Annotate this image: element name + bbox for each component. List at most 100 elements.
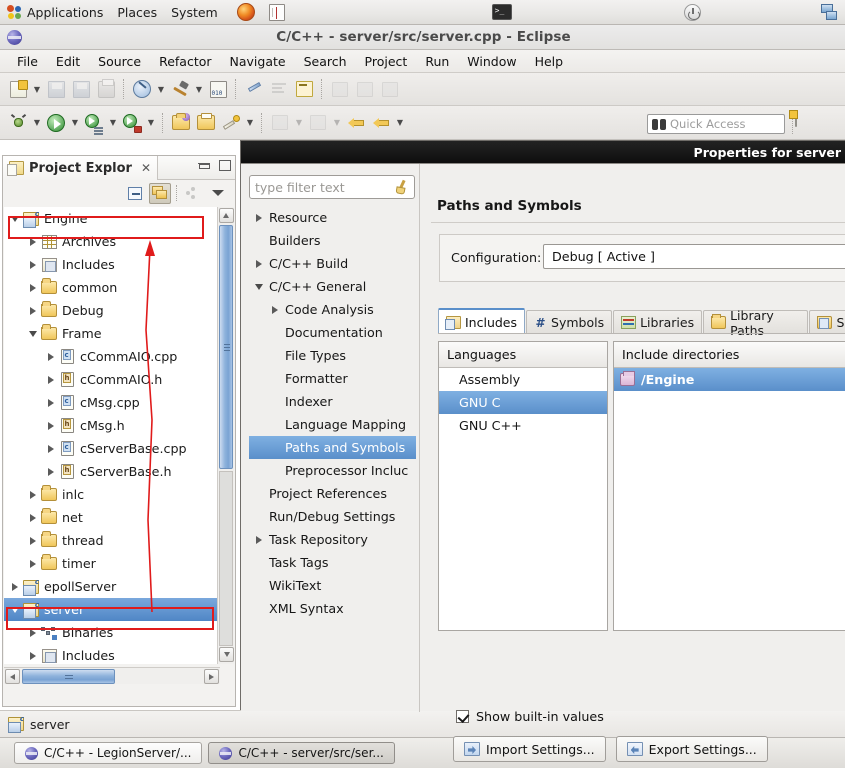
prop-item-file-types[interactable]: File Types [249,344,416,367]
run-history-dropdown-arrow[interactable]: ▼ [107,111,119,135]
twisty-collapsed-icon[interactable] [251,535,267,544]
prop-item-c-c-general[interactable]: C/C++ General [249,275,416,298]
twisty-collapsed-icon[interactable] [26,283,40,292]
tree-item-cserverbase-h[interactable]: cServerBase.h [4,460,220,483]
prop-item-code-analysis[interactable]: Code Analysis [249,298,416,321]
tree-item-binaries[interactable]: Binaries [4,621,220,644]
scroll-left-button[interactable] [5,669,20,684]
tree-item-includes[interactable]: Includes [4,644,220,664]
tree-item-cmsg-cpp[interactable]: cMsg.cpp [4,391,220,414]
open-type-button[interactable] [268,111,292,135]
twisty-expanded-icon[interactable] [251,283,267,290]
debug-dropdown-arrow[interactable]: ▼ [31,111,43,135]
twisty-collapsed-icon[interactable] [44,398,58,407]
tree-item-epollserver[interactable]: c epollServer [4,575,220,598]
save-all-button[interactable] [69,77,93,101]
menu-file[interactable]: File [8,52,47,71]
forward-button[interactable] [369,111,393,135]
save-button[interactable] [44,77,68,101]
twisty-expanded-icon[interactable] [8,215,22,222]
twisty-expanded-icon[interactable] [8,606,22,613]
tab-sou[interactable]: Sou [809,310,845,334]
tree-item-ccommaio-cpp[interactable]: cCommAIO.cpp [4,345,220,368]
twisty-collapsed-icon[interactable] [267,305,283,314]
language-item-assembly[interactable]: Assembly [439,368,607,391]
debug-button[interactable] [6,111,30,135]
tree-item-cmsg-h[interactable]: cMsg.h [4,414,220,437]
open-element-button[interactable] [306,111,330,135]
tree-item-timer[interactable]: timer [4,552,220,575]
run-error-button[interactable] [120,111,144,135]
open-perspective-button[interactable] [795,111,817,134]
twisty-collapsed-icon[interactable] [26,651,40,660]
new-button[interactable] [6,77,30,101]
tab-libraries[interactable]: Libraries [613,310,703,334]
broom-icon[interactable] [395,179,409,195]
applications-menu[interactable]: Applications [0,0,110,25]
tab-symbols[interactable]: # Symbols [526,310,613,334]
menu-refactor[interactable]: Refactor [150,52,220,71]
next-annotation-button[interactable] [353,77,377,101]
tab-includes[interactable]: Includes [438,308,526,334]
hscroll-thumb[interactable] [22,669,115,684]
tree-item-cserverbase-cpp[interactable]: cServerBase.cpp [4,437,220,460]
menu-project[interactable]: Project [356,52,417,71]
twisty-expanded-icon[interactable] [26,330,40,337]
scroll-right-button[interactable] [204,669,219,684]
prop-item-formatter[interactable]: Formatter [249,367,416,390]
prop-item-builders[interactable]: Builders [249,229,416,252]
prev-annotation-button[interactable] [378,77,402,101]
focus-button[interactable] [182,183,204,204]
prop-item-project-references[interactable]: Project References [249,482,416,505]
tree-item-archives[interactable]: Archives [4,230,220,253]
twisty-collapsed-icon[interactable] [44,352,58,361]
quick-access-input[interactable]: Quick Access [647,114,785,134]
tree-item-inlc[interactable]: inlc [4,483,220,506]
link-with-editor-button[interactable] [149,182,171,204]
taskbar-item-legionserver[interactable]: C/C++ - LegionServer/... [14,742,203,764]
twisty-collapsed-icon[interactable] [44,421,58,430]
run-dropdown-arrow[interactable]: ▼ [69,111,81,135]
prop-item-indexer[interactable]: Indexer [249,390,416,413]
new-cpp-project-button[interactable] [169,111,193,135]
twisty-collapsed-icon[interactable] [8,582,22,591]
prop-item-preprocessor-incluc[interactable]: Preprocessor Incluc [249,459,416,482]
twisty-collapsed-icon[interactable] [44,467,58,476]
menu-search[interactable]: Search [295,52,356,71]
project-tree[interactable]: c Engine Archives Includes common Debug Frame c… [4,207,220,664]
open-declaration-button[interactable] [292,77,316,101]
run-history-button[interactable] [82,111,106,135]
new-folder-button[interactable] [194,111,218,135]
build-dropdown-arrow[interactable]: ▼ [155,77,167,101]
checkbox-icon[interactable] [456,710,469,723]
languages-list[interactable]: Languages Assembly GNU C GNU C++ [438,341,608,631]
build-config-dropdown-arrow[interactable]: ▼ [193,77,205,101]
terminal-launcher[interactable] [485,0,519,25]
include-dir-item[interactable]: /Engine [614,368,845,391]
twisty-collapsed-icon[interactable] [26,306,40,315]
tree-item-ccommaio-h[interactable]: cCommAIO.h [4,368,220,391]
new-class-dropdown-arrow[interactable]: ▼ [244,111,256,135]
run-error-dropdown-arrow[interactable]: ▼ [145,111,157,135]
twisty-collapsed-icon[interactable] [251,213,267,222]
firefox-launcher[interactable] [230,0,262,25]
format-button[interactable] [267,77,291,101]
help-launcher[interactable] [262,0,292,25]
tree-item-net[interactable]: net [4,506,220,529]
tree-item-engine[interactable]: c Engine [4,207,220,230]
open-element-dropdown-arrow[interactable]: ▼ [331,111,343,135]
prop-item-resource[interactable]: Resource [249,206,416,229]
filter-input[interactable]: type filter text [249,175,415,199]
include-directories-list[interactable]: Include directories /Engine [613,341,845,631]
scroll-up-button[interactable] [218,208,234,223]
language-item-gnu-c-[interactable]: GNU C++ [439,414,607,437]
menu-navigate[interactable]: Navigate [221,52,295,71]
tab-project-explorer[interactable]: Project Explor ✕ [3,156,159,180]
prop-item-run-debug-settings[interactable]: Run/Debug Settings [249,505,416,528]
dialog-sash[interactable] [419,164,420,712]
vscroll-thumb[interactable] [219,225,233,469]
prop-item-language-mapping[interactable]: Language Mapping [249,413,416,436]
close-icon[interactable]: ✕ [141,161,151,175]
collapse-all-button[interactable] [124,183,146,204]
taskbar-item-server[interactable]: C/C++ - server/src/ser... [208,742,395,764]
